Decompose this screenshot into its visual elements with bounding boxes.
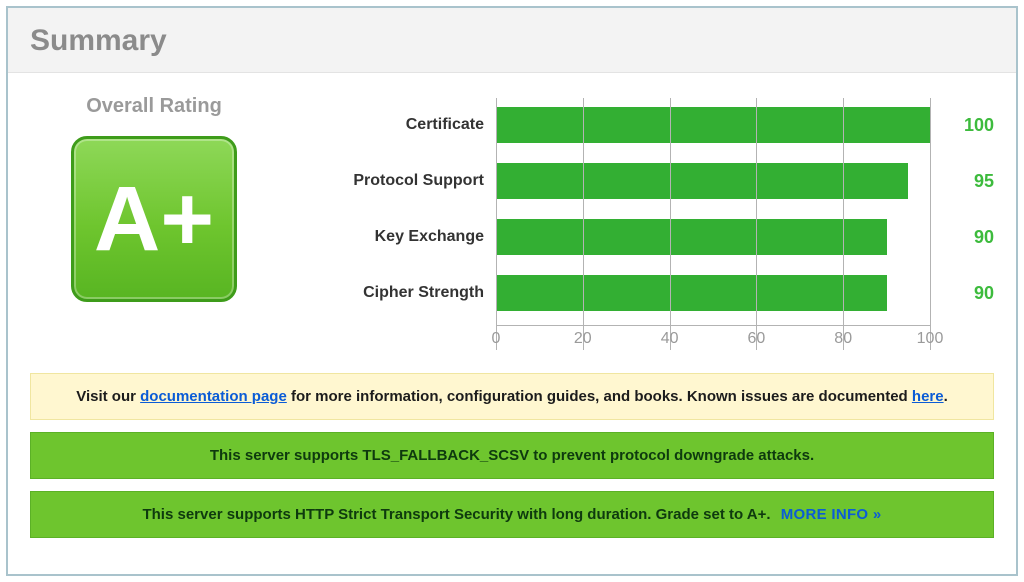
scsv-bold: TLS_FALLBACK_SCSV — [362, 447, 529, 464]
chart-bar-value: 95 — [930, 171, 994, 192]
chart-gridline — [756, 98, 757, 350]
chart-bar-value: 100 — [930, 115, 994, 136]
chart-bar-track — [496, 219, 930, 255]
hsts-text: This server supports HTTP Strict Transpo… — [142, 506, 770, 523]
chart-tick-label: 0 — [492, 330, 501, 348]
chart-tick-label: 60 — [747, 330, 765, 348]
hsts-more-link[interactable]: MORE INFO » — [781, 506, 882, 523]
chart-bar-value: 90 — [930, 227, 994, 248]
chart-bar-value: 90 — [930, 283, 994, 304]
docs-text-pre: Visit our — [76, 388, 140, 405]
chart-gridline — [930, 98, 931, 350]
scsv-pre: This server supports — [210, 447, 363, 464]
docs-text-mid: for more information, configuration guid… — [287, 388, 912, 405]
chart-bar-label: Certificate — [314, 116, 496, 134]
chart-bar-fill — [496, 219, 887, 255]
hsts-banner: This server supports HTTP Strict Transpo… — [30, 491, 994, 538]
chart-bar-fill — [496, 107, 930, 143]
summary-card: Summary Overall Rating A+ Certificate 100… — [6, 6, 1018, 576]
docs-text-post: . — [944, 388, 948, 405]
known-issues-link[interactable]: here — [912, 388, 944, 405]
chart-bar-track — [496, 275, 930, 311]
chart-gridline — [496, 98, 497, 350]
chart-gridline — [583, 98, 584, 350]
chart-gridline — [843, 98, 844, 350]
chart-bar-fill — [496, 163, 908, 199]
chart-tick-label: 20 — [574, 330, 592, 348]
card-body: Overall Rating A+ Certificate 100 Protocol… — [8, 73, 1016, 574]
chart-axis: 0 20 40 60 80 100 — [314, 325, 994, 355]
chart-bar-label: Protocol Support — [314, 172, 496, 190]
rating-column: Overall Rating A+ — [30, 91, 278, 302]
chart-bar-label: Key Exchange — [314, 228, 496, 246]
documentation-link[interactable]: documentation page — [140, 388, 287, 405]
scsv-banner: This server supports TLS_FALLBACK_SCSV t… — [30, 432, 994, 479]
chart-bar-fill — [496, 275, 887, 311]
chart-bar-row: Certificate 100 — [314, 97, 994, 153]
card-header: Summary — [8, 8, 1016, 73]
page-title: Summary — [30, 24, 994, 58]
score-chart: Certificate 100 Protocol Support 95 Key Exch… — [314, 97, 994, 361]
chart-bar-track — [496, 163, 930, 199]
chart-gridline — [670, 98, 671, 350]
chart-tick-label: 40 — [661, 330, 679, 348]
scsv-post: to prevent protocol downgrade attacks. — [529, 447, 814, 464]
chart-bar-row: Cipher Strength 90 — [314, 265, 994, 321]
chart-bar-label: Cipher Strength — [314, 284, 496, 302]
chart-tick-label: 100 — [917, 330, 944, 348]
chart-bar-row: Protocol Support 95 — [314, 153, 994, 209]
chart-bar-track — [496, 107, 930, 143]
chart-tick-label: 80 — [834, 330, 852, 348]
rating-title: Overall Rating — [86, 95, 222, 118]
rating-row: Overall Rating A+ Certificate 100 Protocol… — [30, 91, 994, 361]
grade-badge: A+ — [71, 136, 237, 302]
docs-banner: Visit our documentation page for more in… — [30, 373, 994, 420]
chart-bar-row: Key Exchange 90 — [314, 209, 994, 265]
